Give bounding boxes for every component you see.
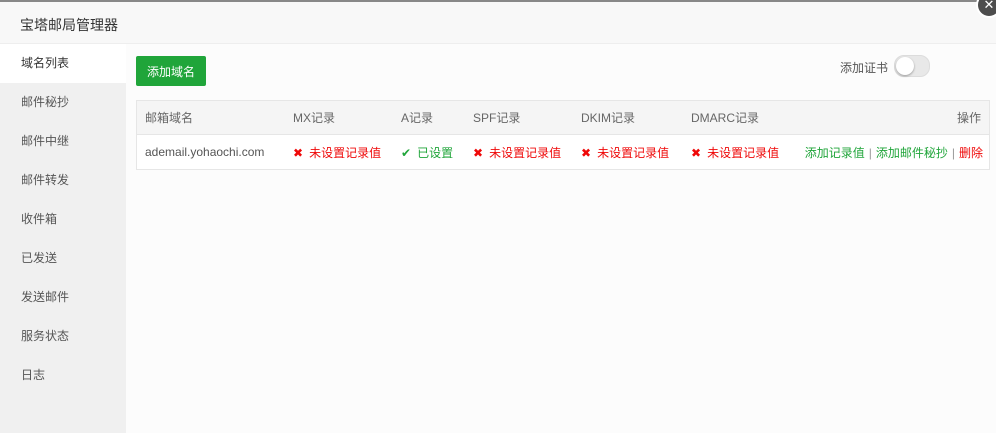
x-icon: ✖ bbox=[293, 145, 304, 160]
dialog-title: 宝塔邮局管理器 bbox=[20, 17, 118, 33]
header-mx: MX记录 bbox=[285, 101, 393, 135]
operations-cell: 添加记录值 | 添加邮件秘抄 | 删除 bbox=[793, 135, 989, 170]
header-spf: SPF记录 bbox=[465, 101, 573, 135]
dkim-status: ✖ 未设置记录值 bbox=[573, 135, 683, 170]
ssl-toggle[interactable] bbox=[894, 55, 930, 77]
spf-status: ✖ 未设置记录值 bbox=[465, 135, 573, 170]
sidebar-item-logs[interactable]: 日志 bbox=[0, 356, 126, 395]
check-icon: ✔ bbox=[401, 145, 412, 160]
table-row: ademail.yohaochi.com ✖ 未设置记录值 ✔ 已设置 ✖ 未设置记录… bbox=[137, 135, 989, 170]
dialog-titlebar: 宝塔邮局管理器 bbox=[0, 2, 996, 44]
sidebar-item-inbox[interactable]: 收件箱 bbox=[0, 200, 126, 239]
delete-link[interactable]: 删除 bbox=[959, 146, 983, 160]
sidebar: 域名列表 邮件秘抄 邮件中继 邮件转发 收件箱 已发送 发送邮件 服务状态 日志 bbox=[0, 44, 126, 433]
a-status-text: 已设置 bbox=[417, 145, 454, 160]
header-a: A记录 bbox=[393, 101, 465, 135]
mx-status-text: 未设置记录值 bbox=[309, 145, 382, 160]
domain-cell: ademail.yohaochi.com bbox=[145, 145, 265, 159]
sidebar-item-mail-bcc[interactable]: 邮件秘抄 bbox=[0, 83, 126, 122]
x-icon: ✖ bbox=[581, 145, 592, 160]
sidebar-item-domain-list[interactable]: 域名列表 bbox=[0, 44, 126, 83]
x-icon: ✖ bbox=[691, 145, 702, 160]
header-domain: 邮箱域名 bbox=[137, 101, 285, 135]
toggle-knob bbox=[896, 57, 914, 75]
add-bcc-link[interactable]: 添加邮件秘抄 bbox=[876, 146, 948, 160]
add-domain-button[interactable]: 添加域名 bbox=[136, 56, 206, 86]
separator: | bbox=[951, 145, 955, 160]
header-operations: 操作 bbox=[793, 101, 989, 135]
sidebar-item-mail-relay[interactable]: 邮件中继 bbox=[0, 122, 126, 161]
spf-status-text: 未设置记录值 bbox=[489, 145, 562, 160]
header-dkim: DKIM记录 bbox=[573, 101, 683, 135]
domain-table: 邮箱域名 MX记录 A记录 SPF记录 DKIM记录 DMARC记录 操作 ad… bbox=[136, 100, 990, 170]
separator: | bbox=[868, 145, 872, 160]
add-record-link[interactable]: 添加记录值 bbox=[805, 146, 865, 160]
ssl-toggle-label: 添加证书 bbox=[840, 61, 889, 75]
sidebar-item-send-mail[interactable]: 发送邮件 bbox=[0, 278, 126, 317]
mx-status: ✖ 未设置记录值 bbox=[285, 135, 393, 170]
a-status: ✔ 已设置 bbox=[393, 135, 465, 170]
dkim-status-text: 未设置记录值 bbox=[597, 145, 670, 160]
sidebar-item-service-status[interactable]: 服务状态 bbox=[0, 317, 126, 356]
sidebar-item-sent[interactable]: 已发送 bbox=[0, 239, 126, 278]
x-icon: ✖ bbox=[473, 145, 484, 160]
header-dmarc: DMARC记录 bbox=[683, 101, 793, 135]
mail-manager-dialog: 宝塔邮局管理器 ✕ 域名列表 邮件秘抄 邮件中继 邮件转发 收件箱 已发送 发送… bbox=[0, 0, 996, 433]
sidebar-item-mail-forward[interactable]: 邮件转发 bbox=[0, 161, 126, 200]
table-header-row: 邮箱域名 MX记录 A记录 SPF记录 DKIM记录 DMARC记录 操作 bbox=[137, 101, 989, 135]
main-content: 添加域名 添加证书 邮箱域名 MX记录 A记录 SPF记录 DKIM记录 DMA… bbox=[126, 44, 996, 433]
dmarc-status: ✖ 未设置记录值 bbox=[683, 135, 793, 170]
dmarc-status-text: 未设置记录值 bbox=[707, 145, 780, 160]
